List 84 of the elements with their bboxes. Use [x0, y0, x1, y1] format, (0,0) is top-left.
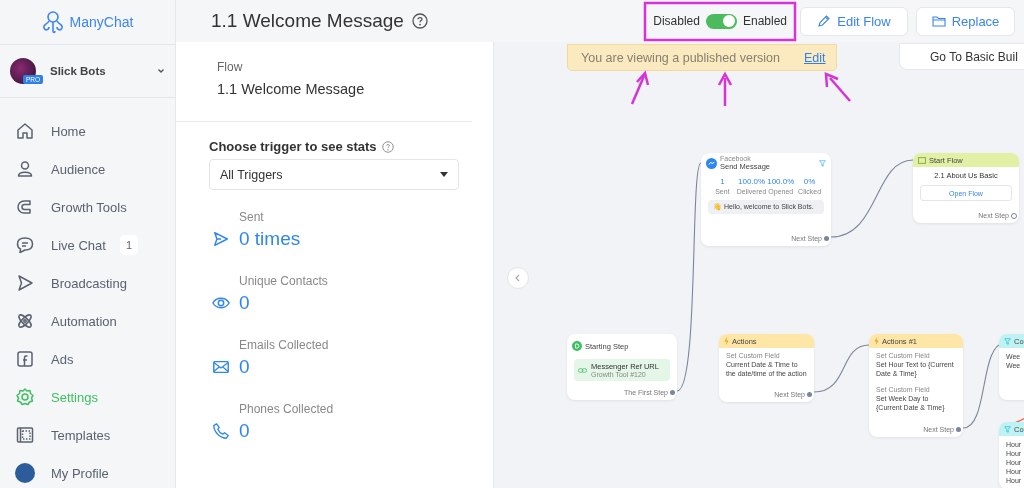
- sidebar-item[interactable]: Home: [0, 112, 175, 150]
- pen-icon: [817, 14, 832, 28]
- annotation-arrow: [630, 70, 650, 105]
- sidebar-item-label: Automation: [51, 313, 117, 329]
- folder-icon: [931, 14, 946, 28]
- sidebar-item[interactable]: My Profile: [0, 454, 175, 488]
- port-dot[interactable]: [824, 236, 829, 241]
- person-icon: [15, 159, 35, 179]
- filter-icon: [1004, 425, 1011, 433]
- sidebar-item-label: Templates: [51, 427, 111, 443]
- envelope-icon: [212, 358, 230, 376]
- sidebar-item[interactable]: Audience: [0, 150, 175, 188]
- phone-icon: [212, 422, 230, 440]
- flow-icon: [918, 156, 926, 164]
- toggle-off-label: Disabled: [653, 14, 700, 28]
- brand-name: ManyChat: [69, 14, 134, 30]
- home-icon: [15, 121, 35, 141]
- connector-line: [813, 344, 870, 393]
- count-badge: 1: [119, 235, 139, 255]
- bolt-icon: [874, 337, 879, 345]
- send-icon: [15, 273, 35, 293]
- sidebar-item-label: Broadcasting: [51, 275, 127, 291]
- facebook-square-icon: [15, 349, 35, 369]
- sidebar-item[interactable]: Templates: [0, 416, 175, 454]
- stat-value: 0: [239, 292, 251, 314]
- metric-value: 1: [719, 177, 726, 186]
- flow-label: Flow: [217, 60, 244, 74]
- chevron-down-icon: [157, 67, 165, 75]
- caret-icon: [440, 172, 448, 177]
- bolt-icon: [724, 337, 729, 345]
- sidebar-item-label: Audience: [51, 161, 106, 177]
- annotation-arrow: [717, 71, 733, 106]
- sidebar-item[interactable]: Live Chat 1: [0, 226, 175, 264]
- send-icon: [212, 230, 230, 248]
- sidebar-item-label: Home: [51, 123, 86, 139]
- sidebar-item[interactable]: Automation: [0, 302, 175, 340]
- stat-label: Emails Collected: [239, 338, 330, 352]
- chevron-left-icon: [514, 274, 522, 282]
- port-dot[interactable]: [670, 390, 675, 395]
- page-title: 1.1 Welcome Message: [211, 10, 404, 32]
- stat-label: Sent: [239, 210, 265, 224]
- stat-value: 0 times: [239, 228, 302, 250]
- sidebar-item-label: Live Chat: [51, 237, 106, 253]
- help-icon[interactable]: [411, 13, 428, 29]
- sidebar-item[interactable]: Growth Tools: [0, 188, 175, 226]
- stat-value: 0: [239, 420, 251, 442]
- annotation-arrow: [824, 72, 851, 102]
- enable-toggle[interactable]: [705, 13, 737, 29]
- sidebar-item-label: My Profile: [51, 465, 109, 481]
- start-icon: [572, 341, 582, 351]
- sidebar-item-label: Settings: [51, 389, 98, 405]
- banner-text: You are viewing a published version: [581, 50, 780, 65]
- link-icon: [578, 367, 587, 373]
- toggle-on-label: Enabled: [742, 14, 787, 28]
- messenger-icon: [706, 157, 717, 169]
- edit-flow-button[interactable]: Edit Flow: [800, 6, 908, 36]
- gear-icon: [15, 387, 35, 407]
- sidebar-item[interactable]: Ads: [0, 340, 175, 378]
- port-dot[interactable]: [807, 392, 812, 397]
- metric-value: 100.0%: [737, 177, 767, 186]
- metric-value: 0%: [802, 177, 817, 186]
- basic-builder-button[interactable]: Go To Basic Buil: [899, 43, 1024, 70]
- filter-icon[interactable]: [819, 159, 826, 167]
- port-dot[interactable]: [956, 427, 961, 432]
- atom-icon: [15, 311, 35, 331]
- filter-icon: [1004, 337, 1011, 345]
- chat-icon: [15, 235, 35, 255]
- avatar-icon: [15, 463, 35, 483]
- replace-button[interactable]: Replace: [916, 6, 1015, 36]
- stat-value: 0: [239, 356, 251, 378]
- sidebar-item-label: Ads: [51, 351, 74, 367]
- stat-label: Phones Collected: [239, 402, 335, 416]
- stat-label: Unique Contacts: [239, 274, 329, 288]
- help-icon[interactable]: [381, 140, 394, 153]
- trigger-label: Choose trigger to see stats: [209, 139, 377, 154]
- port-dot[interactable]: [1011, 212, 1017, 219]
- edit-link[interactable]: Edit: [804, 50, 826, 65]
- sidebar-item-label: Growth Tools: [51, 199, 127, 215]
- template-icon: [15, 425, 35, 445]
- trigger-select[interactable]: All Triggers: [209, 159, 459, 190]
- sidebar-item[interactable]: Broadcasting: [0, 264, 175, 302]
- flow-name: 1.1 Welcome Message: [217, 81, 366, 97]
- metric-value: 100.0%: [766, 177, 796, 186]
- octopus-logo-icon: [41, 10, 64, 34]
